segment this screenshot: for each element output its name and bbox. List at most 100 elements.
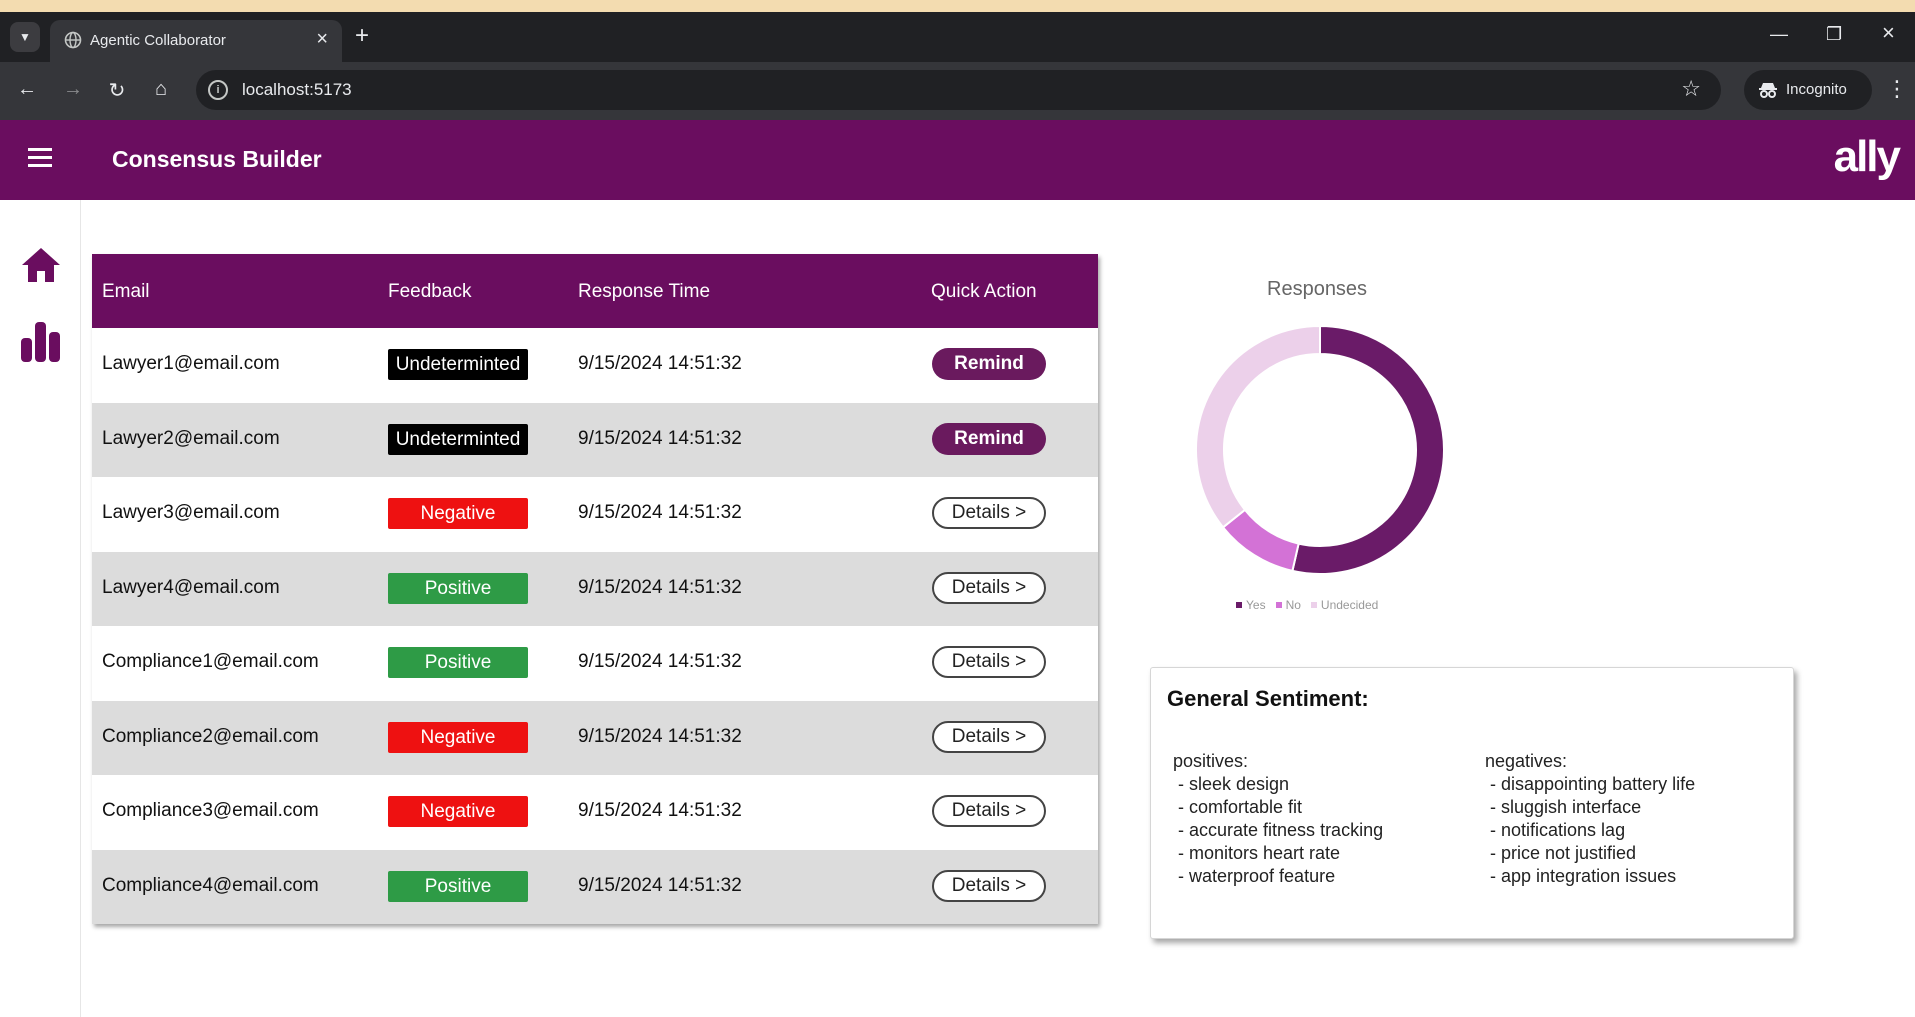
legend-item[interactable]: No [1275,598,1301,612]
negative-item: - sluggish interface [1485,796,1695,819]
positive-item-text: monitors heart rate [1189,843,1341,863]
negative-item: - disappointing battery life [1485,773,1695,796]
chevron-down-icon: ▼ [19,30,31,44]
close-window-icon[interactable]: × [1882,20,1895,46]
legend-swatch [1310,602,1317,608]
positive-item: - monitors heart rate [1173,842,1383,865]
close-tab-icon[interactable]: × [316,28,328,51]
incognito-indicator[interactable]: Incognito [1744,70,1872,110]
negatives-list: negatives: - disappointing battery life -… [1485,750,1695,888]
email-cell: Lawyer1@email.com [102,353,280,374]
positives-label: positives: [1173,751,1249,771]
details-button[interactable]: Details > [932,869,1046,902]
feedback-status-badge: Negative [388,498,528,529]
address-bar[interactable]: i localhost:5173 ☆ [196,70,1721,110]
bar-chart-icon[interactable] [20,320,62,364]
responses-donut-chart [1195,324,1445,575]
legend-swatch [1275,602,1282,608]
email-cell: Compliance4@email.com [102,874,319,896]
table-body: Lawyer1@email.com Undeterminted 9/15/2024 … [92,328,1098,924]
list-bullet: - [1178,774,1189,794]
brand-logo: ally [1833,132,1901,181]
negative-item: - app integration issues [1485,865,1695,888]
email-cell: Compliance2@email.com [102,725,319,747]
response-time-cell: 9/15/2024 14:51:32 [578,576,742,598]
forward-icon[interactable]: → [60,78,86,101]
globe-icon [64,31,82,49]
incognito-icon [1759,83,1777,98]
details-button[interactable]: Details > [932,497,1046,529]
back-icon[interactable]: ← [14,78,40,101]
feedback-status-badge: Undeterminted [388,349,528,380]
list-bullet: - [1490,866,1501,886]
response-time-cell: 9/15/2024 14:51:32 [578,427,742,449]
browser-toolbar: ← → ↻ ⌂ i localhost:5173 ☆ Incognito ⋮ [0,62,1915,120]
email-cell: Lawyer2@email.com [102,427,280,449]
column-header-feedback: Feedback [388,281,472,302]
more-menu-icon[interactable]: ⋮ [1886,76,1908,102]
feedback-status-badge: Negative [388,796,528,827]
restore-icon[interactable]: ❐ [1826,24,1842,45]
donut-slice-yes[interactable] [1291,324,1445,575]
email-cell: Compliance1@email.com [102,651,319,672]
response-time-cell: 9/15/2024 14:51:32 [578,800,742,821]
general-sentiment-card: General Sentiment: positives: - sleek de… [1150,667,1794,939]
tab-title: Agentic Collaborator [90,32,226,49]
negative-item-text: price not justified [1501,843,1637,863]
table-row: Compliance3@email.com Negative 9/15/2024 1… [92,775,1098,850]
negative-item-text: disappointing battery life [1501,774,1696,794]
reload-icon[interactable]: ↻ [104,78,130,103]
feedback-status-badge: Positive [388,647,528,678]
chart-title: Responses [1267,278,1368,300]
details-button[interactable]: Details > [932,571,1046,604]
home-icon[interactable] [20,246,62,284]
new-tab-icon[interactable]: + [355,22,369,50]
negative-item-text: sluggish interface [1501,797,1642,817]
card-title: General Sentiment: [1167,686,1369,711]
legend-label: Yes [1246,598,1266,612]
remind-button[interactable]: Remind [932,422,1046,455]
legend-label: No [1285,598,1301,612]
site-info-icon[interactable]: i [208,80,228,100]
positive-item: - comfortable fit [1173,796,1383,819]
table-row: Lawyer1@email.com Undeterminted 9/15/2024 … [92,328,1098,403]
legend-item[interactable]: Undecided [1310,598,1379,612]
home-page-icon[interactable]: ⌂ [148,78,174,101]
minimize-icon[interactable]: — [1770,24,1788,45]
legend-label: Undecided [1320,598,1379,612]
list-bullet: - [1178,843,1189,863]
list-bullet: - [1490,843,1501,863]
legend-item[interactable]: Yes [1236,598,1266,612]
positive-item-text: accurate fitness tracking [1189,820,1384,840]
donut-slice-undecided[interactable] [1195,324,1321,529]
details-button[interactable]: Details > [932,795,1046,827]
list-bullet: - [1490,797,1501,817]
feedback-status-badge: Positive [388,870,528,902]
app-title: Consensus Builder [112,146,322,172]
menu-icon[interactable] [28,148,52,172]
table-row: Compliance2@email.com Negative 9/15/2024 1… [92,700,1098,775]
tab-search-button[interactable]: ▼ [10,22,40,52]
remind-button[interactable]: Remind [932,348,1046,380]
column-header-response-time: Response Time [578,281,711,302]
legend-swatch [1236,602,1242,608]
response-time-cell: 9/15/2024 14:51:32 [578,651,742,672]
response-time-cell: 9/15/2024 14:51:32 [578,353,742,374]
response-time-cell: 9/15/2024 14:51:32 [578,502,742,523]
positives-list: positives: - sleek design - comfortable f… [1173,750,1383,888]
details-button[interactable]: Details > [932,646,1046,678]
positive-item-text: waterproof feature [1189,866,1336,886]
table-row: Compliance4@email.com Positive 9/15/2024 1… [92,849,1098,924]
details-button[interactable]: Details > [932,720,1046,753]
table-row: Lawyer3@email.com Negative 9/15/2024 14:51… [92,477,1098,552]
list-bullet: - [1178,797,1189,817]
feedback-status-badge: Undeterminted [388,423,528,455]
positive-item: - waterproof feature [1173,865,1383,888]
bookmark-star-icon[interactable]: ☆ [1681,76,1701,102]
table-header: Email Feedback Response Time Quick Actio… [92,254,1098,328]
table-row: Lawyer2@email.com Undeterminted 9/15/2024 … [92,402,1098,477]
list-bullet: - [1490,774,1501,794]
browser-tab[interactable]: Agentic Collaborator × [50,20,342,62]
table-row: Compliance1@email.com Positive 9/15/2024 1… [92,626,1098,701]
response-time-cell: 9/15/2024 14:51:32 [578,725,742,747]
